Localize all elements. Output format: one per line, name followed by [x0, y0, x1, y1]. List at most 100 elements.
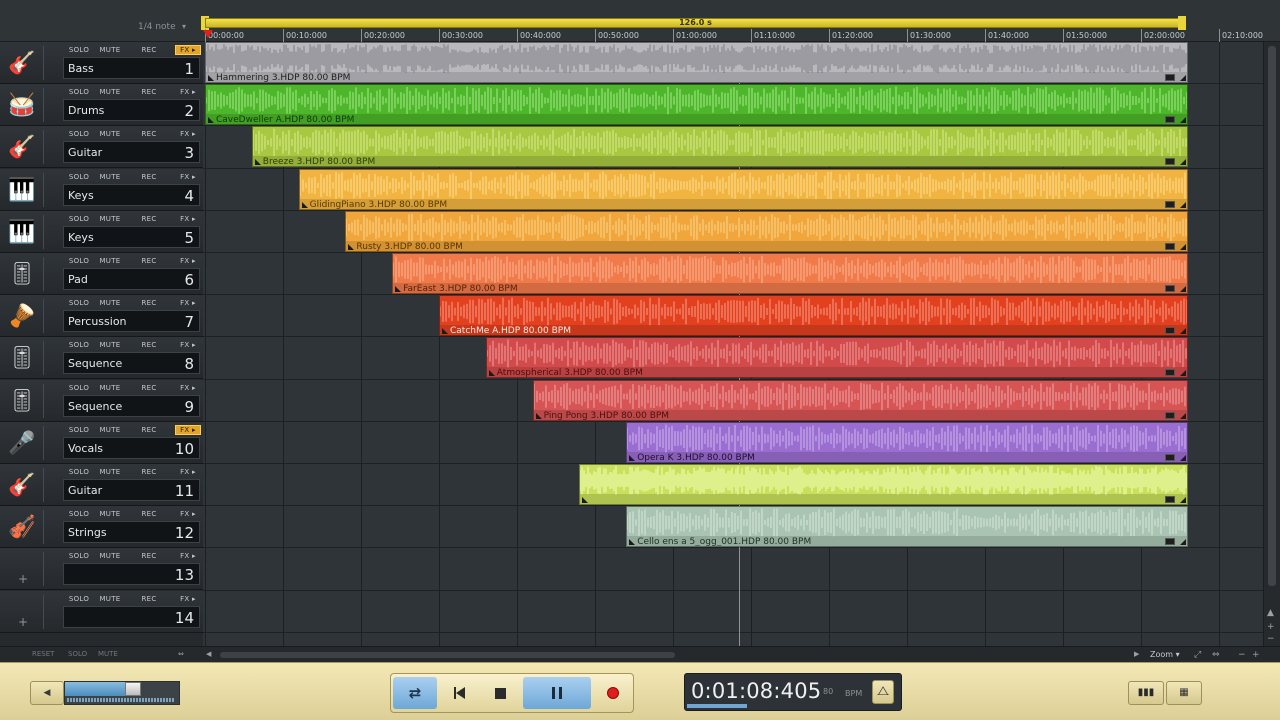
volume-down-button[interactable]: ◀	[30, 681, 64, 705]
clip-handle-icon[interactable]	[254, 159, 261, 165]
track-header[interactable]: + SOLO MUTE REC FX ▸ 14	[0, 591, 203, 633]
record-arm-button[interactable]: REC	[138, 298, 160, 308]
solo-button[interactable]: SOLO	[66, 256, 92, 266]
arranger-area[interactable]: Hammering 3.HDP 80.00 BPM CaveDweller A.H…	[203, 42, 1263, 646]
mute-button[interactable]: MUTE	[96, 298, 124, 308]
solo-button[interactable]: SOLO	[66, 467, 92, 477]
track-header[interactable]: 🎸 SOLO MUTE REC FX ▸ Guitar 3	[0, 126, 203, 168]
fit-icon[interactable]: ⤢	[1194, 650, 1201, 660]
audio-clip[interactable]: Hammering 3.HDP 80.00 BPM	[205, 42, 1188, 83]
solo-button[interactable]: SOLO	[66, 45, 92, 55]
audio-clip[interactable]: CaveDweller A.HDP 80.00 BPM	[205, 84, 1188, 125]
fx-button[interactable]: FX ▸	[175, 45, 201, 55]
track-name-box[interactable]: Pad 6	[63, 268, 200, 290]
metronome-button[interactable]: ⧍	[872, 680, 894, 704]
mute-button[interactable]: MUTE	[96, 509, 124, 519]
fx-button[interactable]: FX ▸	[175, 383, 201, 393]
zoom-dropdown[interactable]: Zoom ▾	[1150, 650, 1180, 659]
solo-button[interactable]: SOLO	[66, 87, 92, 97]
record-arm-button[interactable]: REC	[138, 340, 160, 350]
record-arm-button[interactable]: REC	[138, 172, 160, 182]
fx-button[interactable]: FX ▸	[175, 172, 201, 182]
timeline-ruler[interactable]: 00:00:00 00:10:000 00:20:000 00:30:000 00:40…	[203, 29, 1263, 42]
track-size-icon[interactable]: ⇔	[178, 650, 184, 658]
stop-button[interactable]	[478, 677, 522, 709]
fx-button[interactable]: FX ▸	[175, 425, 201, 435]
mute-button[interactable]: MUTE	[96, 214, 124, 224]
fx-button[interactable]: FX ▸	[175, 340, 201, 350]
solo-button[interactable]: SOLO	[66, 551, 92, 561]
record-arm-button[interactable]: REC	[138, 214, 160, 224]
zoom-out-icon[interactable]: −	[1267, 634, 1275, 644]
track-header[interactable]: 🥁 SOLO MUTE REC FX ▸ Drums 2	[0, 84, 203, 126]
clip-handle-icon[interactable]	[488, 370, 495, 376]
clip-handle-icon[interactable]	[348, 244, 355, 250]
loop-button[interactable]: ⇄	[393, 677, 437, 709]
audio-clip[interactable]: CatchMe A.HDP 80.00 BPM	[439, 295, 1188, 336]
loop-end-handle[interactable]	[1178, 16, 1186, 30]
record-button[interactable]	[591, 677, 635, 709]
reset-button[interactable]: RESET	[32, 650, 54, 658]
clip-handle-icon[interactable]	[395, 286, 402, 292]
clip-handle-icon[interactable]	[629, 455, 636, 461]
scroll-right-icon[interactable]: ▶	[1134, 650, 1139, 658]
audio-clip[interactable]: Opera K 3.HDP 80.00 BPM	[626, 422, 1188, 463]
mute-all-button[interactable]: MUTE	[98, 650, 118, 658]
track-header[interactable]: + SOLO MUTE REC FX ▸ 13	[0, 548, 203, 590]
record-arm-button[interactable]: REC	[138, 425, 160, 435]
add-track-icon[interactable]: +	[18, 615, 28, 629]
clip-menu-icon[interactable]	[1164, 327, 1175, 334]
track-header[interactable]: 🎸 SOLO MUTE REC FX ▸ Bass 1	[0, 42, 203, 84]
chevron-down-icon[interactable]: ▾	[182, 22, 186, 31]
clip-menu-icon[interactable]	[1164, 243, 1175, 250]
clip-handle-icon[interactable]	[208, 75, 214, 81]
audio-clip[interactable]: Breeze 3.HDP 80.00 BPM	[251, 126, 1188, 167]
fx-button[interactable]: FX ▸	[175, 129, 201, 139]
fx-button[interactable]: FX ▸	[175, 594, 201, 604]
track-name-box[interactable]: Guitar 11	[63, 479, 200, 501]
mute-button[interactable]: MUTE	[96, 594, 124, 604]
mute-button[interactable]: MUTE	[96, 551, 124, 561]
zoom-horizontal-icon[interactable]: ⇔	[1212, 650, 1220, 660]
solo-all-button[interactable]: SOLO	[68, 650, 87, 658]
clip-resize-icon[interactable]	[1179, 413, 1186, 419]
fx-button[interactable]: FX ▸	[175, 214, 201, 224]
playhead-marker-icon[interactable]	[203, 30, 213, 38]
clip-handle-icon[interactable]	[582, 497, 589, 503]
track-name-box[interactable]: Strings 12	[63, 521, 200, 543]
solo-button[interactable]: SOLO	[66, 214, 92, 224]
fx-button[interactable]: FX ▸	[175, 256, 201, 266]
mixer-view-button[interactable]: ▮▮▮	[1128, 681, 1164, 705]
clip-menu-icon[interactable]	[1164, 369, 1175, 376]
clip-menu-icon[interactable]	[1164, 201, 1175, 208]
mute-button[interactable]: MUTE	[96, 172, 124, 182]
volume-knob[interactable]	[125, 682, 142, 696]
track-header[interactable]: 🎹 SOLO MUTE REC FX ▸ Keys 5	[0, 211, 203, 253]
track-header[interactable]: 🪘 SOLO MUTE REC FX ▸ Percussion 7	[0, 295, 203, 337]
record-arm-button[interactable]: REC	[138, 467, 160, 477]
audio-clip[interactable]: Atmospherical 3.HDP 80.00 BPM	[485, 337, 1188, 378]
solo-button[interactable]: SOLO	[66, 383, 92, 393]
time-display[interactable]: 0:01:08:405 80 BPM	[684, 673, 902, 711]
pause-button[interactable]	[523, 677, 591, 709]
clip-menu-icon[interactable]	[1164, 538, 1175, 545]
clip-menu-icon[interactable]	[1164, 412, 1175, 419]
mute-button[interactable]: MUTE	[96, 340, 124, 350]
mute-button[interactable]: MUTE	[96, 256, 124, 266]
clip-resize-icon[interactable]	[1179, 328, 1186, 334]
clip-resize-icon[interactable]	[1179, 370, 1186, 376]
solo-button[interactable]: SOLO	[66, 340, 92, 350]
mute-button[interactable]: MUTE	[96, 129, 124, 139]
clip-handle-icon[interactable]	[442, 328, 448, 334]
clip-resize-icon[interactable]	[1179, 244, 1186, 250]
audio-clip[interactable]: Rusty 3.HDP 80.00 BPM	[345, 211, 1188, 252]
solo-button[interactable]: SOLO	[66, 594, 92, 604]
master-volume-slider[interactable]	[64, 681, 180, 705]
audio-clip[interactable]	[579, 464, 1188, 505]
zoom-out-h-icon[interactable]: −	[1238, 650, 1246, 660]
fx-button[interactable]: FX ▸	[175, 509, 201, 519]
audio-clip[interactable]: GlidingPiano 3.HDP 80.00 BPM	[298, 169, 1188, 210]
track-header[interactable]: 🎹 SOLO MUTE REC FX ▸ Keys 4	[0, 169, 203, 211]
scroll-left-icon[interactable]: ◀	[206, 650, 211, 658]
clip-resize-icon[interactable]	[1179, 539, 1186, 545]
